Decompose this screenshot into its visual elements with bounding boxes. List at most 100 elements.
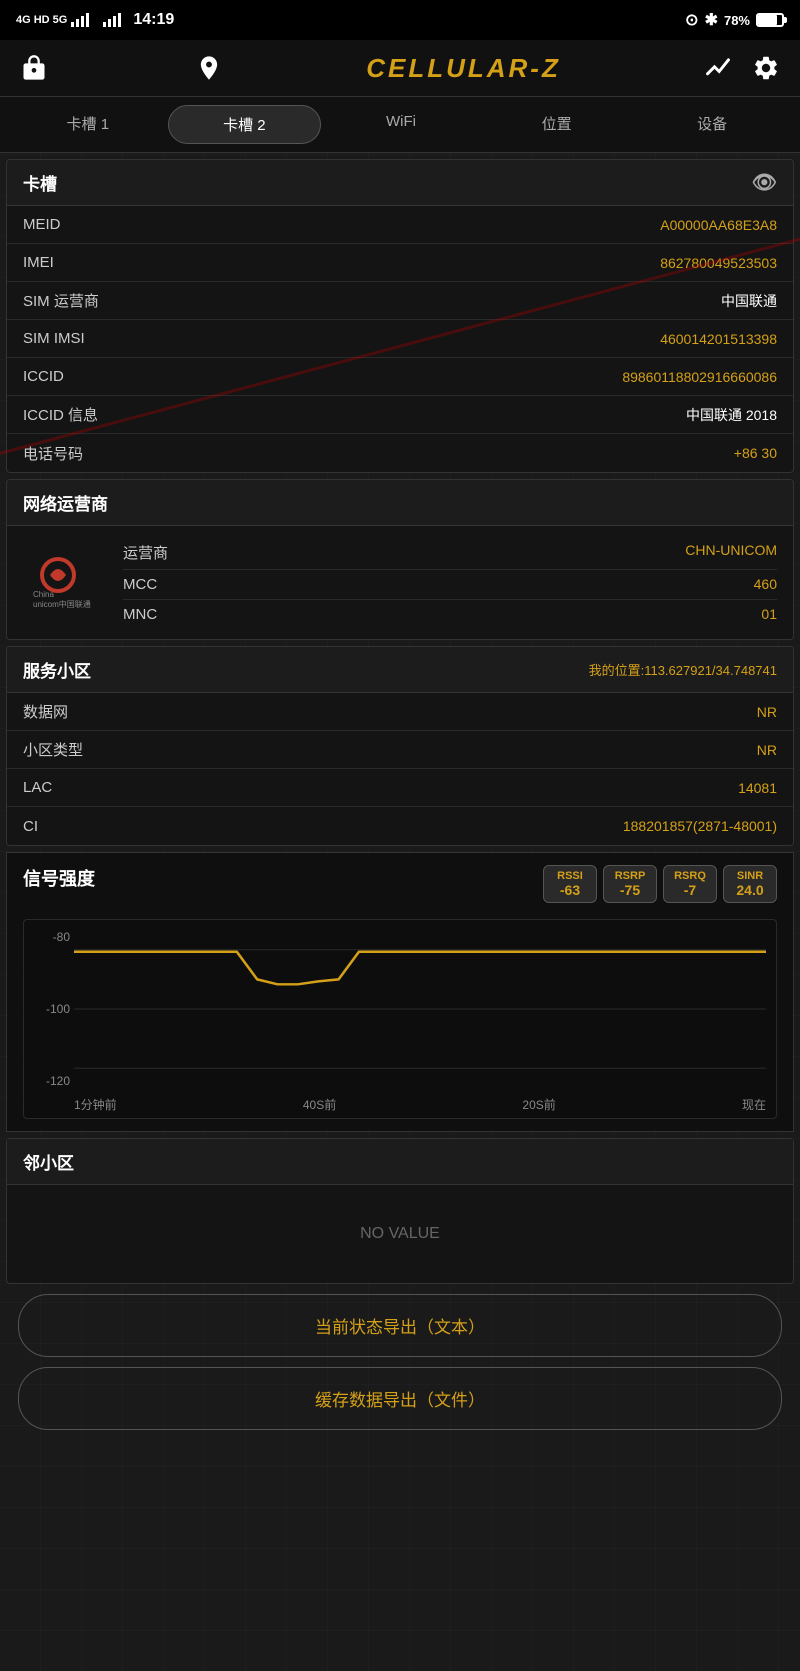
rsrq-label: RSRQ <box>672 870 708 882</box>
rsrp-value: -75 <box>612 882 648 898</box>
tab-slot1[interactable]: 卡槽 1 <box>12 105 164 144</box>
rsrq-badge: RSRQ -7 <box>663 865 717 903</box>
rsrq-value: -7 <box>672 882 708 898</box>
sim-card-header: 卡槽 👁 <box>7 160 793 206</box>
signal-bar-3 <box>81 16 84 27</box>
app-title: CELLULAR-Z <box>366 53 561 84</box>
iccid-info-label: ICCID 信息 <box>23 404 98 425</box>
signal-chart: -80 -100 -120 1分钟前 40S前 20S前 <box>23 919 777 1119</box>
time-display: 14:19 <box>133 11 174 29</box>
tab-device[interactable]: 设备 <box>636 105 788 144</box>
neighbor-cell-section: 邻小区 NO VALUE <box>6 1138 794 1284</box>
service-cell-header: 服务小区 我的位置:113.627921/34.748741 <box>7 647 793 693</box>
tabs-container: 卡槽 1 卡槽 2 WiFi 位置 设备 <box>0 97 800 153</box>
status-bar: 4G HD 5G 14:19 ⊙ ✱ 78% <box>0 0 800 40</box>
settings-icon[interactable] <box>748 50 784 86</box>
signal-title: 信号强度 <box>23 865 95 891</box>
chart-icon[interactable] <box>700 50 736 86</box>
iccid-info-value: 中国联通 2018 <box>686 405 777 425</box>
rsrp-label: RSRP <box>612 870 648 882</box>
signal-bar-2 <box>76 19 79 27</box>
sim-card-title: 卡槽 <box>23 170 57 195</box>
mnc-label: MNC <box>123 606 157 623</box>
phone-number-value: +86 30 <box>734 445 777 461</box>
rssi-label: RSSI <box>552 870 588 882</box>
no-value-text: NO VALUE <box>360 1225 440 1242</box>
battery-icon <box>756 13 784 27</box>
sim-operator-row: SIM 运营商 中国联通 <box>7 282 793 320</box>
sim-imsi-value: 460014201513398 <box>660 331 777 347</box>
phone-number-row: 电话号码 +86 30 <box>7 434 793 472</box>
signal-bar-6 <box>108 19 111 27</box>
bluetooth-icon: ✱ <box>705 10 718 30</box>
x-label-20s: 20S前 <box>522 1096 555 1113</box>
person-icon[interactable] <box>191 50 227 86</box>
location-text: 我的位置:113.627921/34.748741 <box>589 660 777 679</box>
signal-bar-4 <box>86 13 89 27</box>
no-value-area: NO VALUE <box>7 1185 793 1283</box>
export-text-button[interactable]: 当前状态导出（文本） <box>18 1294 782 1357</box>
operator-content: China unicom中国联通 运营商 CHN-UNICOM MCC 460 … <box>7 526 793 639</box>
operator-name-value: CHN-UNICOM <box>685 542 777 563</box>
svg-text:unicom中国联通: unicom中国联通 <box>33 599 91 609</box>
phone-number-label: 电话号码 <box>23 443 83 464</box>
ci-row: CI 188201857(2871-48001) <box>7 807 793 845</box>
tab-slot2[interactable]: 卡槽 2 <box>168 105 322 144</box>
battery-percent: 78% <box>724 13 750 28</box>
iccid-info-row: ICCID 信息 中国联通 2018 <box>7 396 793 434</box>
status-left: 4G HD 5G 14:19 <box>16 11 174 29</box>
export-file-button[interactable]: 缓存数据导出（文件） <box>18 1367 782 1430</box>
chart-x-axis: 1分钟前 40S前 20S前 现在 <box>74 1096 766 1113</box>
mnc-value: 01 <box>761 606 777 623</box>
status-right: ⊙ ✱ 78% <box>685 10 784 30</box>
y-label-120: -120 <box>28 1074 70 1088</box>
operator-rows: 运营商 CHN-UNICOM MCC 460 MNC 01 <box>123 536 777 629</box>
svg-text:China: China <box>33 590 54 599</box>
sim-card-section: 卡槽 👁 MEID A00000AA68E3A8 IMEI 8627800495… <box>6 159 794 473</box>
lac-value: 14081 <box>738 780 777 796</box>
rssi-value: -63 <box>552 882 588 898</box>
lock-icon[interactable] <box>16 50 52 86</box>
data-network-label: 数据网 <box>23 701 68 722</box>
location-icon: ⊙ <box>685 10 698 30</box>
operator-name-label: 运营商 <box>123 542 168 563</box>
tab-location[interactable]: 位置 <box>481 105 633 144</box>
iccid-row: ICCID 89860118802916660086 <box>7 358 793 396</box>
network-operator-section: 网络运营商 China unicom中国联通 运营商 <box>6 479 794 640</box>
header-right <box>700 50 784 86</box>
sim-operator-value: 中国联通 <box>721 291 777 311</box>
ci-value: 188201857(2871-48001) <box>623 818 777 834</box>
sim-imsi-row: SIM IMSI 460014201513398 <box>7 320 793 358</box>
signal-header: 信号强度 RSSI -63 RSRP -75 RSRQ -7 <box>23 865 777 903</box>
lac-row: LAC 14081 <box>7 769 793 807</box>
imei-row: IMEI 862780049523503 <box>7 244 793 282</box>
meid-label: MEID <box>23 216 61 233</box>
battery-fill <box>758 15 777 25</box>
main-content: 卡槽 👁 MEID A00000AA68E3A8 IMEI 8627800495… <box>0 159 800 1460</box>
neighbor-cell-header: 邻小区 <box>7 1139 793 1185</box>
tab-wifi[interactable]: WiFi <box>325 105 477 144</box>
app-header: CELLULAR-Z <box>0 40 800 97</box>
data-network-value: NR <box>757 704 777 720</box>
network-operator-title: 网络运营商 <box>23 490 108 515</box>
meid-row: MEID A00000AA68E3A8 <box>7 206 793 244</box>
y-label-100: -100 <box>28 1002 70 1016</box>
rssi-badge: RSSI -63 <box>543 865 597 903</box>
mnc-row: MNC 01 <box>123 600 777 629</box>
neighbor-cell-title: 邻小区 <box>23 1149 74 1174</box>
operator-logo: China unicom中国联通 <box>23 553 113 613</box>
rsrp-badge: RSRP -75 <box>603 865 657 903</box>
iccid-value: 89860118802916660086 <box>622 369 777 385</box>
unicom-logo-svg: China unicom中国联通 <box>28 555 108 610</box>
chart-y-axis: -80 -100 -120 <box>28 930 70 1088</box>
signal-bar-7 <box>113 16 116 27</box>
network-operator-header: 网络运营商 <box>7 480 793 526</box>
eye-icon[interactable]: 👁 <box>752 170 777 195</box>
x-label-now: 现在 <box>742 1096 766 1113</box>
signal-strength-section: 信号强度 RSSI -63 RSRP -75 RSRQ -7 <box>6 852 794 1132</box>
x-label-40s: 40S前 <box>303 1096 336 1113</box>
mcc-row: MCC 460 <box>123 570 777 600</box>
signal-bars-left <box>71 13 89 27</box>
lac-label: LAC <box>23 779 52 796</box>
sinr-label: SINR <box>732 870 768 882</box>
